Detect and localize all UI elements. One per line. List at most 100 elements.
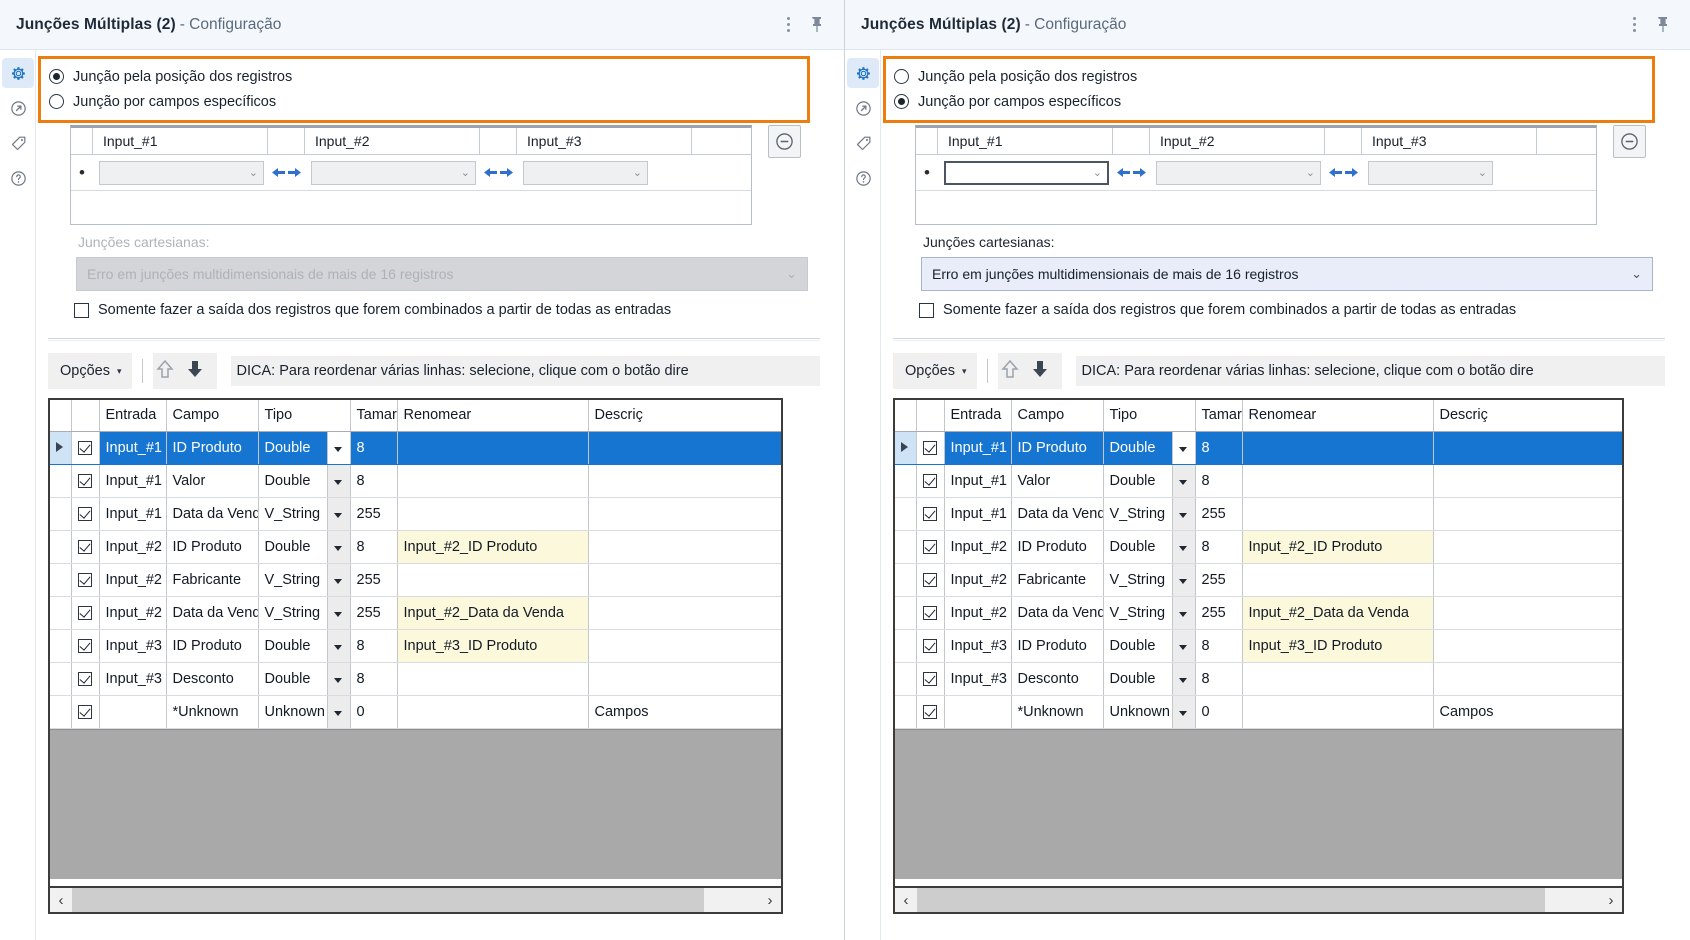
cell-entrada[interactable]: Input_#2 — [99, 563, 167, 597]
th-descricao[interactable]: Descriç — [1433, 400, 1622, 432]
row-marker[interactable] — [50, 497, 72, 531]
grid-hscrollbar-right[interactable]: ‹ › — [893, 888, 1624, 914]
row-marker[interactable] — [895, 464, 917, 498]
cell-tamanho[interactable]: 255 — [1195, 497, 1243, 531]
row-marker[interactable] — [50, 530, 72, 564]
th-renomear[interactable]: Renomear — [1242, 400, 1434, 432]
cell-tamanho[interactable]: 255 — [350, 596, 398, 630]
cell-tamanho[interactable]: 8 — [1195, 662, 1243, 696]
row-marker[interactable] — [50, 563, 72, 597]
cell-tipo-dropdown[interactable] — [1172, 431, 1196, 465]
cell-entrada[interactable]: Input_#2 — [944, 530, 1012, 564]
cell-tipo[interactable]: Unknown — [258, 695, 328, 729]
row-checkbox[interactable] — [71, 530, 100, 564]
row-checkbox[interactable] — [916, 563, 945, 597]
checkbox-checked-icon[interactable] — [77, 638, 92, 653]
cell-campo[interactable]: ID Produto — [166, 530, 259, 564]
cell-descricao[interactable] — [1433, 629, 1622, 663]
table-row[interactable]: Input_#2Data da VendaV_String 255Input_#2… — [50, 596, 781, 630]
cell-tamanho[interactable]: 255 — [350, 563, 398, 597]
cell-tipo-dropdown[interactable] — [1172, 497, 1196, 531]
cell-entrada[interactable]: Input_#2 — [99, 596, 167, 630]
join-field-select-input3[interactable]: ⌄ — [1368, 160, 1493, 185]
cell-renomear[interactable]: Input_#3_ID Produto — [1242, 629, 1434, 663]
scroll-left-button[interactable]: ‹ — [50, 888, 72, 912]
join-field-select-input3[interactable]: ⌄ — [523, 160, 648, 185]
row-marker[interactable] — [895, 530, 917, 564]
join-field-select-input2[interactable]: ⌄ — [1156, 160, 1321, 185]
checkbox-checked-icon[interactable] — [922, 473, 937, 488]
cell-entrada[interactable]: Input_#3 — [99, 629, 167, 663]
cell-renomear[interactable]: Input_#2_ID Produto — [397, 530, 589, 564]
cell-tamanho[interactable]: 255 — [350, 497, 398, 531]
rail-gear-button[interactable] — [847, 58, 879, 88]
row-marker[interactable] — [50, 596, 72, 630]
cell-tamanho[interactable]: 8 — [350, 629, 398, 663]
cell-tamanho[interactable]: 8 — [1195, 530, 1243, 564]
cell-tamanho[interactable]: 8 — [350, 431, 398, 465]
cell-campo[interactable]: ID Produto — [1011, 431, 1104, 465]
cell-renomear[interactable] — [397, 695, 589, 729]
cell-entrada[interactable] — [944, 695, 1012, 729]
cell-tipo-dropdown[interactable] — [1172, 695, 1196, 729]
rail-tag-button[interactable] — [847, 128, 879, 158]
table-row[interactable]: Input_#3 ID Produto Double 8 Input_#3_ID Pro… — [50, 629, 781, 663]
cell-descricao[interactable]: Campos — [588, 695, 781, 729]
swap-arrows-1[interactable] — [1113, 166, 1150, 179]
checkbox-checked-icon[interactable] — [77, 440, 92, 455]
radio-indicator-fields[interactable] — [894, 94, 909, 109]
radio-join-by-position[interactable]: Junção pela posição dos registros — [49, 64, 799, 89]
row-checkbox[interactable] — [916, 662, 945, 696]
row-marker[interactable] — [50, 431, 72, 465]
radio-join-by-fields[interactable]: Junção por campos específicos — [49, 89, 799, 114]
cell-tipo-dropdown[interactable] — [327, 431, 351, 465]
cell-tipo[interactable]: Double — [258, 662, 328, 696]
cartesian-select[interactable]: Erro em junções multidimensionais de mai… — [76, 257, 808, 291]
th-renomear[interactable]: Renomear — [397, 400, 589, 432]
cell-entrada[interactable]: Input_#1 — [99, 464, 167, 498]
cell-tamanho[interactable]: 8 — [350, 530, 398, 564]
options-button[interactable]: Opções ▾ — [48, 353, 132, 389]
table-row[interactable]: Input_#3 Desconto Double 8 — [50, 662, 781, 696]
cell-campo[interactable]: Data da Venda — [1011, 596, 1104, 630]
radio-indicator-fields[interactable] — [49, 94, 64, 109]
cell-renomear[interactable]: Input_#2_Data da Venda — [1242, 596, 1434, 630]
options-button[interactable]: Opções ▾ — [893, 353, 977, 389]
cell-tipo-dropdown[interactable] — [327, 629, 351, 663]
row-marker[interactable] — [50, 695, 72, 729]
row-checkbox[interactable] — [916, 464, 945, 498]
cell-tipo-dropdown[interactable] — [1172, 629, 1196, 663]
table-row[interactable]: Input_#2Data da VendaV_String 255Input_#2… — [895, 596, 1622, 630]
cell-entrada[interactable]: Input_#2 — [944, 563, 1012, 597]
row-checkbox[interactable] — [916, 431, 945, 465]
cell-entrada[interactable]: Input_#2 — [99, 530, 167, 564]
cell-tipo[interactable]: Double — [258, 464, 328, 498]
move-down-button[interactable] — [1030, 358, 1050, 385]
join-field-select-input1[interactable]: ⌄ — [99, 160, 264, 185]
checkbox-checked-icon[interactable] — [77, 671, 92, 686]
checkbox-checked-icon[interactable] — [922, 506, 937, 521]
cell-campo[interactable]: ID Produto — [1011, 629, 1104, 663]
cell-campo[interactable]: *Unknown — [1011, 695, 1104, 729]
cell-tamanho[interactable]: 8 — [350, 662, 398, 696]
cell-tipo[interactable]: V_String — [1103, 596, 1173, 630]
cell-tipo-dropdown[interactable] — [1172, 563, 1196, 597]
cell-campo[interactable]: Fabricante — [166, 563, 259, 597]
cell-renomear[interactable] — [397, 563, 589, 597]
cell-renomear[interactable]: Input_#2_ID Produto — [1242, 530, 1434, 564]
join-grid-row[interactable]: • ⌄ ⌄ ⌄ — [71, 155, 751, 191]
cell-campo[interactable]: *Unknown — [166, 695, 259, 729]
cell-entrada[interactable]: Input_#3 — [99, 662, 167, 696]
cell-tipo-dropdown[interactable] — [327, 530, 351, 564]
cell-tipo-dropdown[interactable] — [327, 662, 351, 696]
cell-entrada[interactable]: Input_#1 — [944, 431, 1012, 465]
move-up-button[interactable] — [1000, 358, 1020, 385]
cell-tipo-dropdown[interactable] — [327, 464, 351, 498]
cell-renomear[interactable] — [1242, 497, 1434, 531]
cell-campo[interactable]: Valor — [166, 464, 259, 498]
table-row[interactable]: Input_#2 Fabricante V_String 255 — [50, 563, 781, 597]
cell-renomear[interactable] — [397, 464, 589, 498]
row-marker[interactable] — [895, 497, 917, 531]
cell-entrada[interactable]: Input_#1 — [944, 464, 1012, 498]
checkbox-checked-icon[interactable] — [922, 638, 937, 653]
